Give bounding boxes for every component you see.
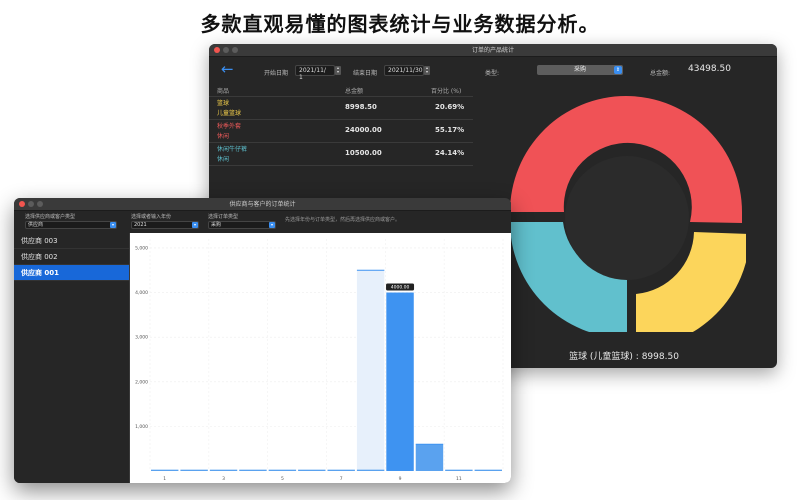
partner-list: 供应商 003 供应商 002 供应商 001 (14, 233, 130, 483)
bar (298, 469, 326, 471)
percent-cell: 20.69% (435, 103, 465, 111)
end-date-picker[interactable]: 2021/11/30 ▴ ▾ (384, 65, 430, 76)
order-type-label: 选择订单类型 (208, 214, 239, 220)
list-item[interactable]: 供应商 002 (14, 249, 129, 265)
year-select[interactable]: 2021 ▾ (131, 221, 199, 229)
type-label: 类型: (485, 70, 500, 77)
chevron-down-icon: ▾ (110, 222, 116, 228)
type-select[interactable]: 采购 ⇕ (537, 65, 623, 75)
x-tick-label: 1 (163, 476, 166, 482)
order-type-select[interactable]: 采购 ▾ (208, 221, 276, 229)
donut-hole (565, 156, 689, 280)
window-title: 订单的产品统计 (471, 47, 514, 54)
end-date-label: 结束日期 (353, 70, 378, 77)
year-label: 选择或者输入年份 (131, 214, 172, 220)
table-header: 商品 总金额 百分比 (%) (209, 85, 473, 97)
x-tick-label: 5 (281, 476, 284, 482)
amount-cell: 10500.00 (345, 149, 382, 157)
table-row[interactable]: 篮球 儿童篮球 8998.50 20.69% (209, 97, 473, 120)
start-date-value: 2021/11/ 1 (299, 67, 326, 81)
table-row[interactable]: 秋季外套 休闲 24000.00 55.17% (209, 120, 473, 143)
order-type-value: 采购 (211, 222, 222, 228)
total-value: 43498.50 (688, 64, 731, 74)
bar (474, 469, 502, 471)
titlebar: 供应商与客户的订单统计 (14, 198, 511, 211)
supplier-customer-window: 供应商与客户的订单统计 选择供应商或客户类型 供应商 ▾ 选择或者输入年份 20… (14, 198, 511, 483)
y-tick-label: 1,000 (135, 424, 148, 430)
product-name-cell: 秋季外套 休闲 (217, 122, 241, 142)
header-product: 商品 (217, 88, 230, 95)
donut-selection-label: 篮球 (儿童篮球) : 8998.50 (569, 352, 679, 362)
header-amount: 总金额 (345, 88, 364, 95)
back-arrow-icon[interactable]: ← (221, 62, 234, 77)
chevron-down-icon: ▾ (192, 222, 198, 228)
bar (415, 444, 444, 471)
product-name: 篮球 (217, 100, 230, 107)
y-tick-label: 4,000 (135, 290, 148, 296)
donut-chart[interactable] (506, 92, 746, 332)
bar-highlight (356, 270, 385, 471)
start-date-stepper[interactable]: ▴ ▾ (335, 66, 341, 75)
bar (180, 469, 208, 471)
tooltip-text: 4000.00 (391, 285, 410, 291)
amount-cell: 24000.00 (345, 126, 382, 134)
x-tick-label: 11 (456, 476, 462, 482)
product-name: 休闲牛仔裤 (217, 146, 248, 153)
partner-type-label: 选择供应商或客户类型 (25, 214, 76, 220)
chevron-down-icon: ▾ (269, 222, 275, 228)
list-item-selected[interactable]: 供应商 001 (14, 265, 129, 281)
bar (327, 469, 355, 471)
bar (209, 469, 238, 471)
hint-text: 先选择年份与订单类型，然后再选择供应商或客户。 (285, 217, 401, 223)
bar (356, 469, 385, 471)
year-value: 2021 (134, 222, 147, 228)
bar (151, 469, 179, 471)
y-tick-label: 3,000 (135, 335, 148, 341)
partner-type-select[interactable]: 供应商 ▾ (25, 221, 117, 229)
product-subname: 休闲 (217, 133, 230, 140)
monthly-chart-area: 1,000 2,000 3,000 4,000 5,000 4000.00 1 3 5 7 9 11 (130, 233, 511, 483)
end-date-stepper[interactable]: ▴ ▾ (424, 66, 430, 75)
type-value: 采购 (573, 66, 586, 73)
x-tick-label: 3 (222, 476, 225, 482)
bar (268, 469, 297, 471)
total-label: 总金额: (650, 70, 671, 77)
product-subname: 儿童篮球 (217, 110, 242, 117)
filter-bar: 选择供应商或客户类型 供应商 ▾ 选择或者输入年份 2021 ▾ 选择订单类型 … (14, 211, 511, 233)
x-tick-label: 9 (399, 476, 402, 482)
table-row[interactable]: 休闲牛仔裤 休闲 10500.00 24.14% (209, 143, 473, 166)
bar (239, 469, 267, 471)
y-tick-label: 2,000 (135, 379, 148, 385)
start-date-picker[interactable]: 2021/11/ 1 ▴ ▾ (295, 65, 341, 81)
start-date-label: 开始日期 (264, 70, 289, 77)
product-name-cell: 篮球 儿童篮球 (217, 99, 241, 119)
product-name-cell: 休闲牛仔裤 休闲 (217, 145, 247, 165)
end-date-value: 2021/11/30 (388, 67, 423, 74)
headline: 多款直观易懂的图表统计与业务数据分析。 (200, 12, 600, 36)
partner-type-value: 供应商 (28, 222, 44, 228)
y-tick-label: 5,000 (135, 245, 148, 251)
monthly-bar-chart[interactable]: 1,000 2,000 3,000 4,000 5,000 4000.00 1 3 5 7 9 11 (130, 233, 511, 483)
amount-cell: 8998.50 (345, 103, 377, 111)
bar (386, 292, 414, 471)
header-percent: 百分比 (%) (431, 88, 462, 95)
product-name: 秋季外套 (217, 123, 242, 130)
x-tick-label: 7 (340, 476, 343, 482)
product-table: 商品 总金额 百分比 (%) 篮球 儿童篮球 8998.50 20.69% 秋季… (209, 85, 473, 166)
toolbar: ← 开始日期 2021/11/ 1 ▴ ▾ 结束日期 2021/11/30 ▴ ▾ … (209, 57, 777, 85)
titlebar: 订单的产品统计 (209, 44, 777, 57)
percent-cell: 24.14% (435, 149, 465, 157)
list-item[interactable]: 供应商 003 (14, 233, 129, 249)
percent-cell: 55.17% (435, 126, 465, 134)
chevron-updown-icon: ⇕ (614, 66, 622, 74)
window-title: 供应商与客户的订单统计 (229, 201, 296, 208)
bar (445, 469, 473, 471)
product-subname: 休闲 (217, 156, 230, 163)
